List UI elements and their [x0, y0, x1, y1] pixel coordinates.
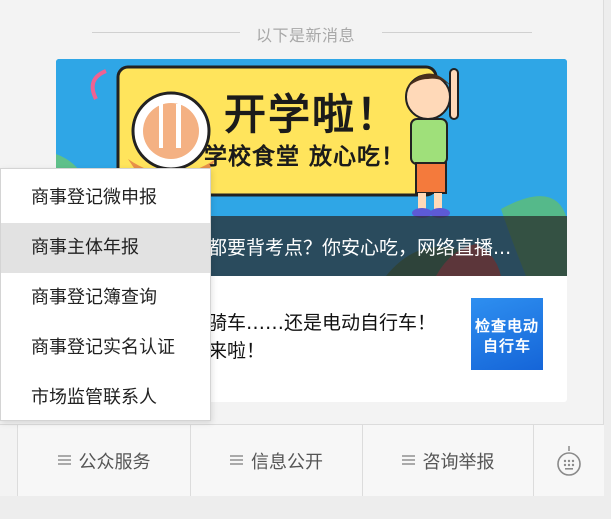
menu-button-consult-report[interactable]: 咨询举报	[363, 425, 534, 496]
submenu-item-contact-person[interactable]: 市场监管联系人	[1, 373, 210, 423]
menu-button-public-service[interactable]: 公众服务	[18, 425, 191, 496]
bottom-menu-bar: 公众服务 信息公开 咨询举报	[18, 424, 604, 496]
banner-caption: 都要背考点？你安心吃，网络直播...	[208, 237, 512, 259]
menu-button-label: 信息公开	[251, 451, 323, 473]
banner-subline: 学校食堂 放心吃！	[204, 144, 406, 170]
menu-lines-icon	[401, 455, 415, 466]
keyboard-toggle-button[interactable]	[534, 425, 604, 496]
submenu-popup: 商事登记微申报 商事主体年报 商事登记簿查询 商事登记实名认证 市场监管联系人	[0, 168, 211, 421]
keyboard-icon	[557, 445, 581, 476]
menu-button-info-disclosure[interactable]: 信息公开	[191, 425, 363, 496]
menu-lines-icon	[57, 455, 71, 466]
bar-left-edge	[0, 424, 18, 496]
chat-window: 以下是新消息 开学啦！ 学校食堂 放心吃！ 都要背考点？你安心吃，网络直播...…	[0, 0, 604, 496]
submenu-item-registration-declare[interactable]: 商事登记微申报	[1, 173, 210, 223]
submenu-item-realname-auth[interactable]: 商事登记实名认证	[1, 323, 210, 373]
menu-button-label: 咨询举报	[422, 451, 495, 473]
article-item-title[interactable]: 骑车……还是电动自行车！ 来啦！	[208, 309, 478, 365]
divider-line-left	[92, 32, 240, 33]
article-item-title-line2: 来啦！	[208, 340, 266, 362]
submenu-item-annual-report[interactable]: 商事主体年报	[1, 223, 210, 273]
article-item-title-line1: 骑车……还是电动自行车！	[208, 312, 437, 334]
thumbnail-text-line2: 自行车	[482, 337, 531, 355]
submenu-item-registry-query[interactable]: 商事登记簿查询	[1, 273, 210, 323]
menu-button-label: 公众服务	[78, 451, 151, 473]
thumbnail-text-line1: 检查电动	[474, 317, 539, 335]
new-messages-divider: 以下是新消息	[92, 20, 532, 45]
article-item-thumbnail[interactable]: 检查电动 自行车	[471, 298, 543, 370]
menu-lines-icon	[230, 455, 243, 466]
divider-text: 以下是新消息	[256, 26, 356, 45]
banner-headline: 开学啦！	[224, 90, 401, 139]
divider-line-right	[382, 32, 532, 33]
